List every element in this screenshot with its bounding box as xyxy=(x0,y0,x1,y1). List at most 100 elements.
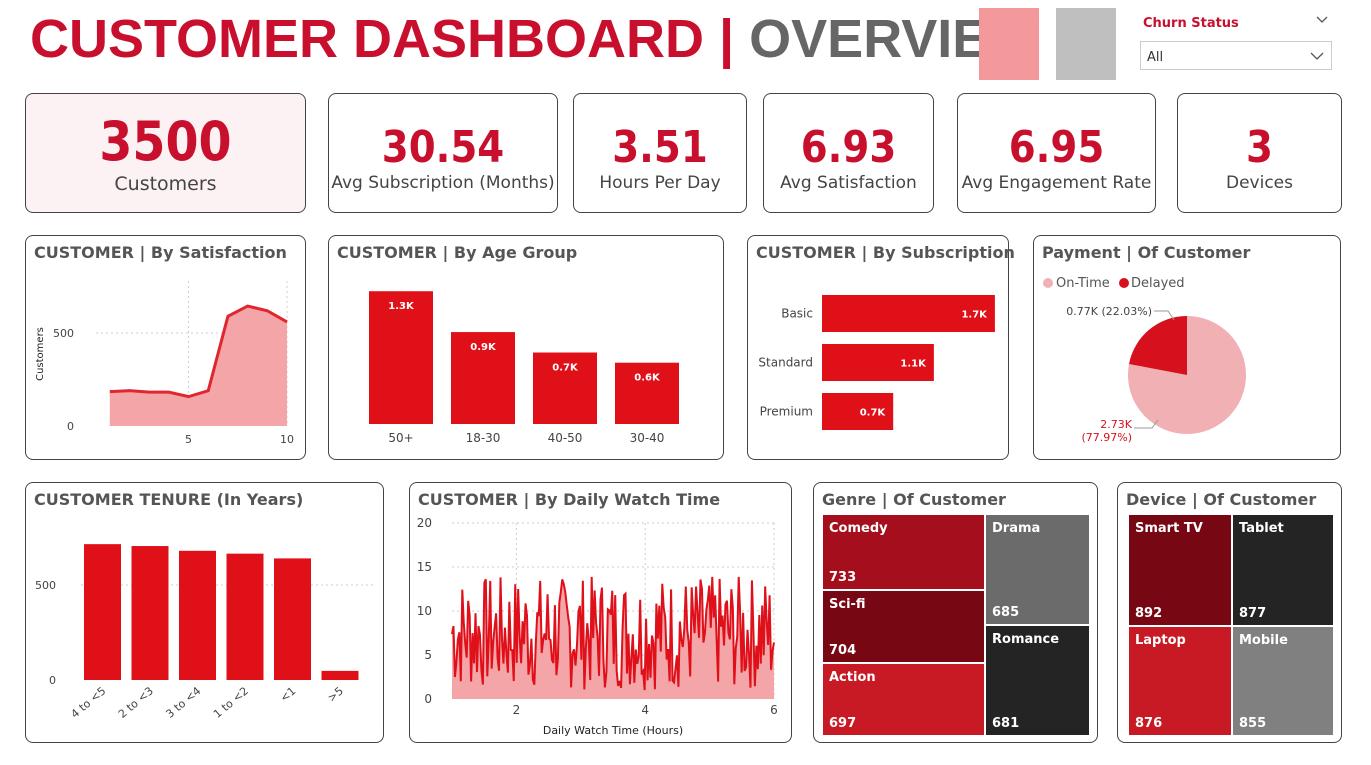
data-label: 2.73K xyxy=(1100,418,1132,431)
device-treemap: Smart TV 892 Laptop 876 Tablet 877 Mobile 855 xyxy=(1128,514,1334,736)
tile-label: Drama xyxy=(992,521,1041,536)
y-tick-label: 500 xyxy=(53,327,74,340)
tile-label: Comedy xyxy=(829,521,888,536)
tile-value: 733 xyxy=(829,570,857,585)
tile-label: Smart TV xyxy=(1135,521,1203,536)
treemap-tile[interactable]: Romance 681 xyxy=(985,625,1090,736)
tile-value: 892 xyxy=(1135,606,1163,621)
tile-label: Sci-fi xyxy=(829,597,866,612)
y-tick-label: 500 xyxy=(35,579,56,592)
x-tick-label: 4 xyxy=(641,703,649,717)
device-visual[interactable]: Device | Of Customer Smart TV 892 Laptop 87… xyxy=(1117,482,1342,743)
payment-visual[interactable]: Payment | Of Customer On-Time Delayed 0.77… xyxy=(1033,235,1341,460)
kpi-value: 3500 xyxy=(99,110,232,173)
bar xyxy=(179,550,216,680)
satisfaction-visual[interactable]: CUSTOMER | By Satisfaction 0 500 5 10 Custom… xyxy=(25,235,306,460)
kpi-value: 6.93 xyxy=(800,122,897,173)
bar xyxy=(321,670,359,680)
x-tick-label: 40-50 xyxy=(548,431,583,445)
data-label: 1.7K xyxy=(961,310,988,321)
data-label: (77.97%) xyxy=(1081,431,1132,444)
satisfaction-area-chart: 0 500 5 10 Customers xyxy=(35,281,294,446)
tenure-visual[interactable]: CUSTOMER TENURE (In Years) 4 to <5 2 to <… xyxy=(25,482,384,743)
subscription-visual[interactable]: CUSTOMER | By Subscription 1.7K Basic 1.1K… xyxy=(747,235,1015,460)
visual-title: Device | Of Customer xyxy=(1126,490,1317,509)
payment-pie-chart: On-Time Delayed 0.77K (22.03%) 2.73K(77.97%… xyxy=(1043,276,1246,444)
tile-value: 877 xyxy=(1239,606,1267,621)
visual-title: Genre | Of Customer xyxy=(822,490,1006,509)
data-label: 0.6K xyxy=(634,373,661,384)
data-label: 0.7K xyxy=(552,363,579,374)
treemap-tile[interactable]: Comedy 733 xyxy=(822,514,985,590)
treemap-tile[interactable]: Mobile 855 xyxy=(1232,626,1334,736)
tile-value: 855 xyxy=(1239,716,1267,731)
kpi-value: 6.95 xyxy=(1008,122,1105,173)
treemap-tile[interactable]: Drama 685 xyxy=(985,514,1090,625)
legend-item: On-Time xyxy=(1056,276,1110,291)
treemap-tile[interactable]: Smart TV 892 xyxy=(1128,514,1232,626)
tile-value: 704 xyxy=(829,643,857,658)
data-label: 0.77K (22.03%) xyxy=(1066,305,1152,318)
kpi-value: 3 xyxy=(1246,122,1273,173)
y-axis-label: Customers xyxy=(35,327,46,381)
legend-marker xyxy=(1043,278,1053,288)
tile-value: 681 xyxy=(992,716,1020,731)
kpi-label: Hours Per Day xyxy=(599,173,721,193)
churn-no-swatch[interactable] xyxy=(1056,8,1116,80)
slicer-collapse-icon[interactable] xyxy=(1315,12,1329,31)
tile-label: Romance xyxy=(992,632,1060,647)
kpi-value: 30.54 xyxy=(381,122,505,173)
tile-value: 685 xyxy=(992,605,1020,620)
tile-label: Mobile xyxy=(1239,633,1288,648)
kpi-hours-per-day[interactable]: 3.51 Hours Per Day xyxy=(573,93,747,213)
y-tick-label: 0 xyxy=(49,674,56,687)
age-visual[interactable]: CUSTOMER | By Age Group 1.3K 50+ 0.9K 18-30… xyxy=(328,235,724,460)
kpi-customers[interactable]: 3500 Customers xyxy=(25,93,306,213)
x-tick-label: 50+ xyxy=(388,431,413,445)
area-fill xyxy=(109,306,287,426)
kpi-avg-satisfaction[interactable]: 6.93 Avg Satisfaction xyxy=(763,93,934,213)
tile-label: Laptop xyxy=(1135,633,1186,648)
genre-visual[interactable]: Genre | Of Customer Comedy 733 Sci-fi 704 Ac… xyxy=(813,482,1098,743)
y-tick-label: Standard xyxy=(758,356,813,370)
y-tick-label: 0 xyxy=(67,420,74,433)
dropdown-value: All xyxy=(1147,50,1164,65)
bar xyxy=(226,553,264,680)
title-separator: | xyxy=(704,9,750,69)
y-tick-label: 5 xyxy=(424,648,432,662)
x-tick-label: 3 to <4 xyxy=(163,684,203,720)
treemap-tile[interactable]: Laptop 876 xyxy=(1128,626,1232,736)
tile-label: Action xyxy=(829,670,876,685)
x-tick-label: >5 xyxy=(325,684,346,704)
legend-item: Delayed xyxy=(1131,276,1185,291)
treemap-tile[interactable]: Action 697 xyxy=(822,663,985,736)
x-axis-label: Daily Watch Time (Hours) xyxy=(543,724,683,737)
bar xyxy=(131,546,169,680)
data-label: 0.9K xyxy=(470,342,497,353)
y-tick-label: 15 xyxy=(417,560,432,574)
y-tick-label: 10 xyxy=(417,604,432,618)
x-tick-label: 4 to <5 xyxy=(68,684,108,720)
treemap-tile[interactable]: Tablet 877 xyxy=(1232,514,1334,626)
kpi-avg-subscription[interactable]: 30.54 Avg Subscription (Months) xyxy=(328,93,558,213)
y-tick-label: 0 xyxy=(424,692,432,706)
churn-yes-swatch[interactable] xyxy=(979,8,1039,80)
kpi-label: Devices xyxy=(1226,173,1293,193)
bar xyxy=(84,544,121,680)
watch-visual[interactable]: CUSTOMER | By Daily Watch Time 0 5 10 15 20 2… xyxy=(409,482,792,743)
kpi-avg-engagement[interactable]: 6.95 Avg Engagement Rate xyxy=(957,93,1156,213)
churn-status-dropdown[interactable]: All xyxy=(1140,41,1332,70)
tile-value: 876 xyxy=(1135,716,1163,731)
y-tick-label: Basic xyxy=(781,307,813,321)
kpi-devices[interactable]: 3 Devices xyxy=(1177,93,1342,213)
data-label: 1.3K xyxy=(388,301,415,312)
bar xyxy=(274,558,311,680)
y-tick-label: Premium xyxy=(760,405,813,419)
data-label: 1.1K xyxy=(900,359,927,370)
tile-value: 697 xyxy=(829,716,857,731)
treemap-tile[interactable]: Sci-fi 704 xyxy=(822,590,985,663)
genre-treemap: Comedy 733 Sci-fi 704 Action 697 Drama 685 Roman… xyxy=(822,514,1090,736)
x-tick-label: 2 to <3 xyxy=(116,684,156,720)
dashboard-title: CUSTOMER DASHBOARD | OVERVIEW xyxy=(30,8,1039,70)
kpi-label: Avg Engagement Rate xyxy=(961,173,1152,193)
